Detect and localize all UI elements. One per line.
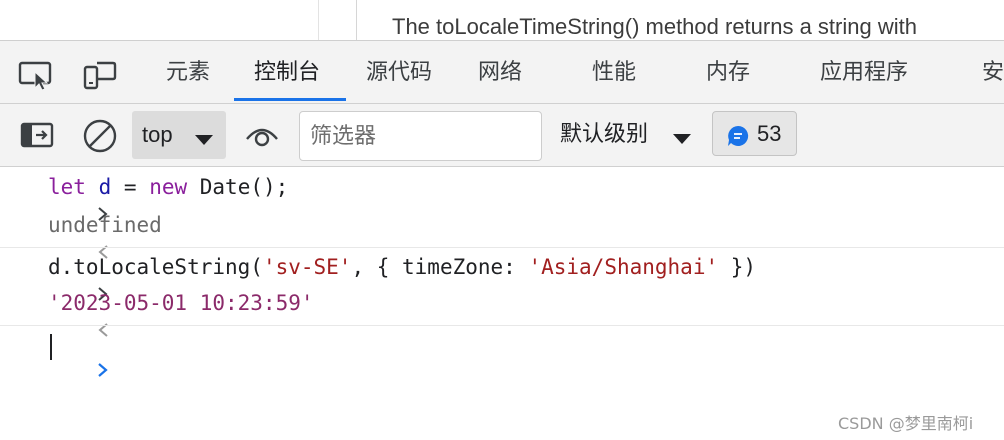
tab-elements[interactable]: 元素 (166, 41, 210, 103)
live-expression-eye-icon[interactable] (244, 123, 280, 155)
console-output[interactable]: let d = new Date(); undefined d.toLocale… (0, 167, 1004, 440)
code-token: = (111, 175, 150, 199)
chevron-down-icon (672, 130, 692, 149)
clear-console-icon[interactable] (82, 118, 118, 158)
code-token: 'Asia/Shanghai' (528, 255, 719, 279)
console-toolbar: top 默认级别 53 (0, 104, 1004, 167)
issues-count-button[interactable]: 53 (712, 111, 797, 156)
text-caret (50, 334, 52, 360)
code-token: }) (718, 255, 757, 279)
console-prompt[interactable] (0, 329, 1004, 377)
issues-count: 53 (757, 121, 782, 146)
tab-application[interactable]: 应用程序 (820, 41, 908, 103)
console-input-line: let d = new Date(); (0, 175, 1004, 221)
tab-performance[interactable]: 性能 (592, 41, 636, 103)
context-selector-label: top (142, 122, 173, 147)
tab-network[interactable]: 网络 (478, 41, 522, 103)
context-selector[interactable]: top (132, 111, 226, 159)
active-tab-indicator (234, 98, 346, 101)
code-token: let (48, 175, 86, 199)
devtools-tab-bar: 元素 控制台 源代码 网络 性能 内存 应用程序 安 (0, 40, 1004, 104)
prompt-chevron-icon (20, 329, 110, 416)
code-token: d.toLocaleString( (48, 255, 263, 279)
console-result: '2023-05-01 10:23:59' (48, 291, 314, 315)
code-token: d (98, 175, 112, 199)
console-result-line: undefined (0, 213, 1004, 259)
console-code: d.toLocaleString('sv-SE', { timeZone: 'A… (48, 255, 756, 279)
tab-memory[interactable]: 内存 (706, 41, 750, 103)
page-text: The toLocaleTimeString() method returns … (392, 14, 917, 39)
tab-sources[interactable]: 源代码 (366, 41, 432, 103)
tab-console[interactable]: 控制台 (254, 41, 320, 103)
device-select-icon[interactable] (18, 59, 54, 91)
device-toolbar-icon[interactable] (82, 59, 118, 91)
log-level-label: 默认级别 (560, 122, 649, 147)
page-content-strip: The toLocaleTimeString() method returns … (0, 0, 1004, 40)
message-bubble-icon (727, 125, 749, 151)
console-divider (0, 325, 1004, 326)
code-token: Date(); (187, 175, 289, 199)
code-token: , { timeZone: (351, 255, 529, 279)
watermark: CSDN @梦里南柯i (838, 414, 974, 433)
console-divider (0, 247, 1004, 248)
filter-input[interactable] (299, 111, 542, 161)
console-result-line: '2023-05-01 10:23:59' (0, 291, 1004, 337)
log-level-select[interactable]: 默认级别 (556, 112, 696, 158)
console-input-line: d.toLocaleString('sv-SE', { timeZone: 'A… (0, 255, 1004, 301)
console-code: let d = new Date(); (48, 175, 288, 199)
code-token: 'sv-SE' (262, 255, 352, 279)
tab-security[interactable]: 安 (982, 41, 1004, 103)
console-result: undefined (48, 213, 162, 237)
page-divider (318, 0, 319, 40)
chevron-down-icon (194, 131, 214, 150)
page-divider (356, 0, 357, 40)
code-token: new (149, 175, 188, 199)
sidebar-toggle-icon[interactable] (20, 122, 54, 152)
